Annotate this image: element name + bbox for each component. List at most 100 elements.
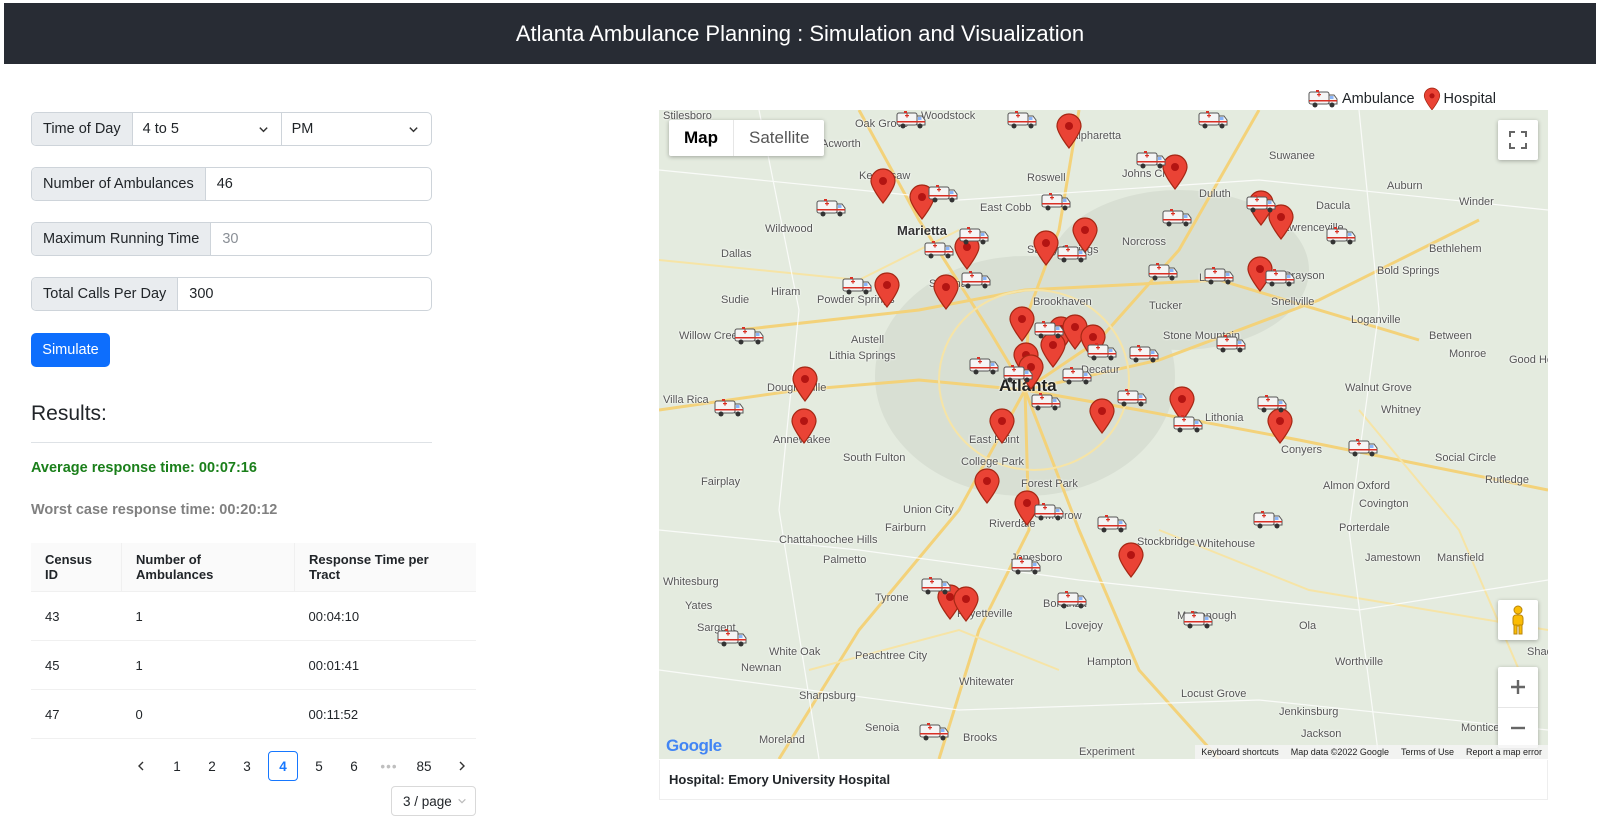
ambulance-marker[interactable]	[1326, 226, 1356, 246]
table-header-row: Census ID Number of Ambulances Response …	[31, 543, 476, 592]
ambulance-marker[interactable]	[1041, 192, 1071, 212]
hospital-marker[interactable]	[973, 468, 1001, 504]
ambulance-marker[interactable]	[1246, 194, 1276, 214]
ambulance-marker[interactable]	[1204, 266, 1234, 286]
map-place-label: College Park	[961, 456, 1024, 468]
hospital-marker[interactable]	[790, 408, 818, 444]
page-button[interactable]: 5	[304, 751, 334, 781]
table-cell: 47	[31, 689, 122, 739]
map-view[interactable]: Stilesboro Woodstock Alpharetta Oak Grove Ac…	[659, 110, 1548, 759]
ambulance-marker[interactable]	[816, 198, 846, 218]
hour-range-select[interactable]: 4 to 5	[133, 113, 281, 145]
map-place-label: Porterdale	[1339, 522, 1390, 534]
prev-page-button[interactable]	[126, 751, 156, 781]
zoom-in-button[interactable]	[1498, 667, 1538, 708]
map-place-label: Good Hope	[1509, 354, 1548, 366]
ambulance-marker[interactable]	[717, 628, 747, 648]
hospital-marker[interactable]	[1032, 230, 1060, 266]
table-cell: 43	[31, 591, 122, 641]
ambulance-marker[interactable]	[1162, 208, 1192, 228]
map-place-label: Forest Park	[1021, 478, 1078, 490]
period-select[interactable]: PM	[280, 113, 431, 145]
max-running-time-group: Maximum Running Time 30	[31, 222, 432, 256]
ambulance-marker[interactable]	[1265, 268, 1295, 288]
ambulance-marker[interactable]	[1173, 414, 1203, 434]
hospital-marker[interactable]	[791, 366, 819, 402]
ambulance-marker[interactable]	[1253, 510, 1283, 530]
map-place-label: Rutledge	[1485, 474, 1530, 486]
page-size-select[interactable]: 3 / page	[391, 786, 476, 816]
num-ambulances-input[interactable]: 46	[206, 168, 431, 200]
ambulance-marker[interactable]	[1087, 342, 1117, 362]
map-place-label: Social Circle	[1435, 452, 1497, 464]
hospital-marker[interactable]	[932, 274, 960, 310]
ambulance-marker[interactable]	[1117, 388, 1147, 408]
zoom-out-button[interactable]	[1498, 708, 1538, 748]
ambulance-marker[interactable]	[924, 240, 954, 260]
map-data-text: Map data ©2022 Google	[1290, 747, 1389, 757]
page-button[interactable]: 3	[232, 751, 262, 781]
page-button[interactable]: 2	[197, 751, 227, 781]
ambulance-marker[interactable]	[1034, 502, 1064, 522]
ambulance-marker[interactable]	[959, 226, 989, 246]
ambulance-marker[interactable]	[961, 270, 991, 290]
ambulance-marker[interactable]	[919, 722, 949, 742]
hospital-marker[interactable]	[1008, 306, 1036, 342]
page-button-current[interactable]: 4	[268, 751, 298, 781]
hospital-marker[interactable]	[1117, 542, 1145, 578]
hospital-marker[interactable]	[988, 408, 1016, 444]
average-response-time: Average response time: 00:07:16	[31, 460, 257, 476]
page-button[interactable]: 1	[162, 751, 192, 781]
fullscreen-button[interactable]	[1498, 120, 1538, 160]
ambulance-marker[interactable]	[1183, 610, 1213, 630]
map-type-map-button[interactable]: Map	[669, 120, 734, 156]
ambulance-marker[interactable]	[1198, 110, 1228, 130]
page-button[interactable]: 6	[339, 751, 369, 781]
hospital-marker[interactable]	[1055, 113, 1083, 149]
ambulance-marker[interactable]	[1031, 392, 1061, 412]
ambulance-marker[interactable]	[1062, 366, 1092, 386]
simulate-button[interactable]: Simulate	[31, 333, 110, 367]
hospital-marker[interactable]	[1088, 398, 1116, 434]
report-error-link[interactable]: Report a map error	[1466, 747, 1542, 757]
map-type-satellite-button[interactable]: Satellite	[734, 120, 824, 156]
map-place-label: Winder	[1459, 196, 1494, 208]
map-legend: Ambulance Hospital	[1308, 87, 1496, 111]
ambulance-marker[interactable]	[921, 576, 951, 596]
ambulance-marker[interactable]	[1003, 364, 1033, 384]
ambulance-marker[interactable]	[1148, 262, 1178, 282]
hospital-marker[interactable]	[873, 272, 901, 308]
page-button[interactable]: 85	[409, 751, 439, 781]
hospital-marker[interactable]	[952, 586, 980, 622]
ambulance-marker[interactable]	[1057, 590, 1087, 610]
google-logo[interactable]: Google	[666, 736, 722, 756]
map-place-label: Peachtree City	[855, 650, 928, 662]
ambulance-marker[interactable]	[1034, 320, 1064, 340]
ambulance-marker[interactable]	[928, 184, 958, 204]
street-view-pegman[interactable]	[1498, 600, 1538, 640]
page-ellipsis[interactable]: •••	[374, 751, 404, 781]
total-calls-input[interactable]: 300	[178, 278, 431, 310]
map-place-label: Dallas	[721, 248, 752, 260]
ambulance-marker[interactable]	[734, 326, 764, 346]
ambulance-marker[interactable]	[842, 276, 872, 296]
ambulance-marker[interactable]	[1007, 110, 1037, 130]
terms-link[interactable]: Terms of Use	[1401, 747, 1454, 757]
ambulance-marker[interactable]	[1216, 334, 1246, 354]
ambulance-marker[interactable]	[714, 398, 744, 418]
ambulance-marker[interactable]	[1097, 514, 1127, 534]
ambulance-marker[interactable]	[1348, 438, 1378, 458]
next-page-button[interactable]	[447, 751, 477, 781]
map-place-label: Bethlehem	[1429, 243, 1482, 255]
ambulance-marker[interactable]	[1129, 344, 1159, 364]
map-place-label: Lithia Springs	[829, 350, 896, 362]
ambulance-marker[interactable]	[1057, 244, 1087, 264]
ambulance-marker[interactable]	[969, 356, 999, 376]
max-running-time-input[interactable]: 30	[211, 223, 431, 255]
ambulance-marker[interactable]	[1011, 556, 1041, 576]
hospital-marker[interactable]	[869, 168, 897, 204]
ambulance-marker[interactable]	[896, 110, 926, 130]
ambulance-marker[interactable]	[1136, 150, 1166, 170]
ambulance-marker[interactable]	[1257, 394, 1287, 414]
keyboard-shortcuts-link[interactable]: Keyboard shortcuts	[1201, 747, 1279, 757]
